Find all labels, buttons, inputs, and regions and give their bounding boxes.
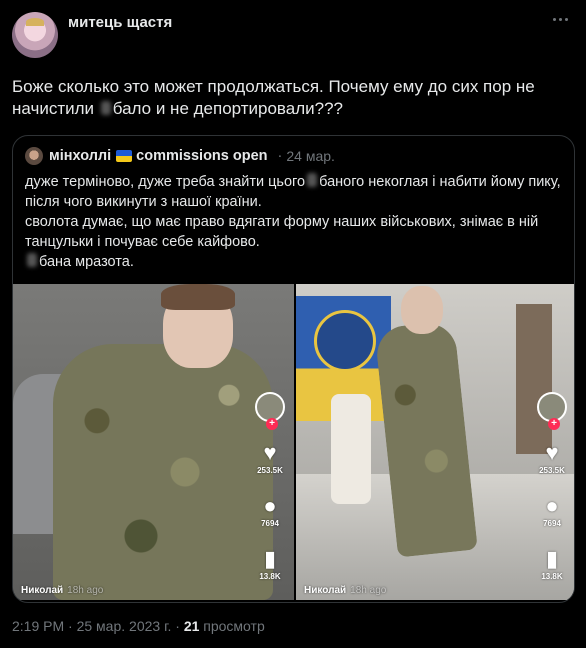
quote-line-1: дуже терміново, дуже треба знайти цього б… (25, 172, 565, 212)
quote-header: мінхоллі commissions open · 24 мар. (25, 146, 562, 166)
tiktok-username-text: Николай (304, 585, 347, 596)
tiktok-username: Николай 18h ago (304, 585, 386, 596)
video-thumbnail-1[interactable]: + ♥ 253.5K ● 7694 ▮ 13.8K Николай 18h ago (13, 284, 294, 600)
likes-count: 253.5K (257, 466, 283, 475)
ukraine-flag-icon (116, 150, 133, 162)
tiktok-action-rail: + ♥ 253.5K ● 7694 ▮ 13.8K (534, 392, 570, 581)
quote-line-3-text: бана мразота. (39, 254, 134, 270)
more-options-icon[interactable] (551, 12, 570, 27)
person-figure (53, 344, 273, 600)
bookmark-icon: ▮ (263, 546, 277, 571)
quote-author-suffix[interactable]: commissions open (136, 148, 267, 164)
tiktok-profile-avatar: + (255, 392, 285, 430)
person-figure-background (331, 394, 371, 504)
quote-date[interactable]: 24 мар. (286, 148, 335, 164)
tiktok-profile-avatar: + (537, 392, 567, 430)
follow-plus-icon: + (266, 418, 278, 430)
bookmark-icon: ▮ (545, 546, 559, 571)
comments-count: 7694 (261, 519, 279, 528)
quote-text: дуже терміново, дуже треба знайти цього б… (25, 172, 565, 272)
censored-glyph (27, 253, 37, 267)
likes-count: 253.5K (539, 466, 565, 475)
meta-separator: · (175, 618, 180, 634)
tiktok-time-ago: 18h ago (350, 585, 387, 596)
post-text: Боже сколько это может продолжаться. Поч… (12, 76, 572, 120)
quote-line-1a: дуже терміново, дуже треба знайти цього (25, 174, 306, 190)
views-count[interactable]: 21 (184, 618, 200, 634)
emblem-icon (314, 310, 376, 372)
quote-line-3: бана мразота. (25, 252, 565, 272)
quote-author-avatar[interactable] (25, 147, 43, 165)
censored-glyph (307, 173, 318, 187)
post-text-part2: бало и не депортировали??? (112, 99, 344, 118)
heart-icon: ♥ (545, 440, 559, 465)
censored-glyph (100, 101, 111, 115)
tiktok-action-rail: + ♥ 253.5K ● 7694 ▮ 13.8K (252, 392, 288, 581)
video-thumbnail-2[interactable]: + ♥ 253.5K ● 7694 ▮ 13.8K Николай 18h ago (296, 284, 574, 600)
tiktok-username-text: Николай (21, 585, 64, 596)
comment-icon: ● (545, 493, 559, 518)
post-date[interactable]: 25 мар. 2023 г. (77, 618, 172, 634)
comment-icon: ● (263, 493, 277, 518)
views-label: просмотр (203, 618, 265, 634)
meta-separator: · (68, 618, 73, 634)
tiktok-time-ago: 18h ago (67, 585, 104, 596)
comments-count: 7694 (543, 519, 561, 528)
saves-count: 13.8K (541, 572, 563, 581)
quote-line-2: сволота думає, що має право вдягати форм… (25, 214, 539, 250)
post-time[interactable]: 2:19 PM (12, 618, 64, 634)
post-metadata: 2:19 PM · 25 мар. 2023 г. · 21 просмотр (12, 618, 265, 634)
date-separator: · (277, 148, 283, 164)
author-name[interactable]: митець щастя (68, 14, 172, 31)
post-header: митець щастя (12, 12, 574, 58)
person-head (401, 286, 443, 334)
quote-author-name[interactable]: мінхоллі (49, 148, 111, 164)
follow-plus-icon: + (548, 418, 560, 430)
author-avatar[interactable] (12, 12, 58, 58)
tiktok-username: Николай 18h ago (21, 585, 103, 596)
person-hair (161, 284, 235, 310)
saves-count: 13.8K (259, 572, 281, 581)
quoted-post[interactable]: мінхоллі commissions open · 24 мар. дуже… (12, 135, 575, 603)
heart-icon: ♥ (263, 440, 277, 465)
